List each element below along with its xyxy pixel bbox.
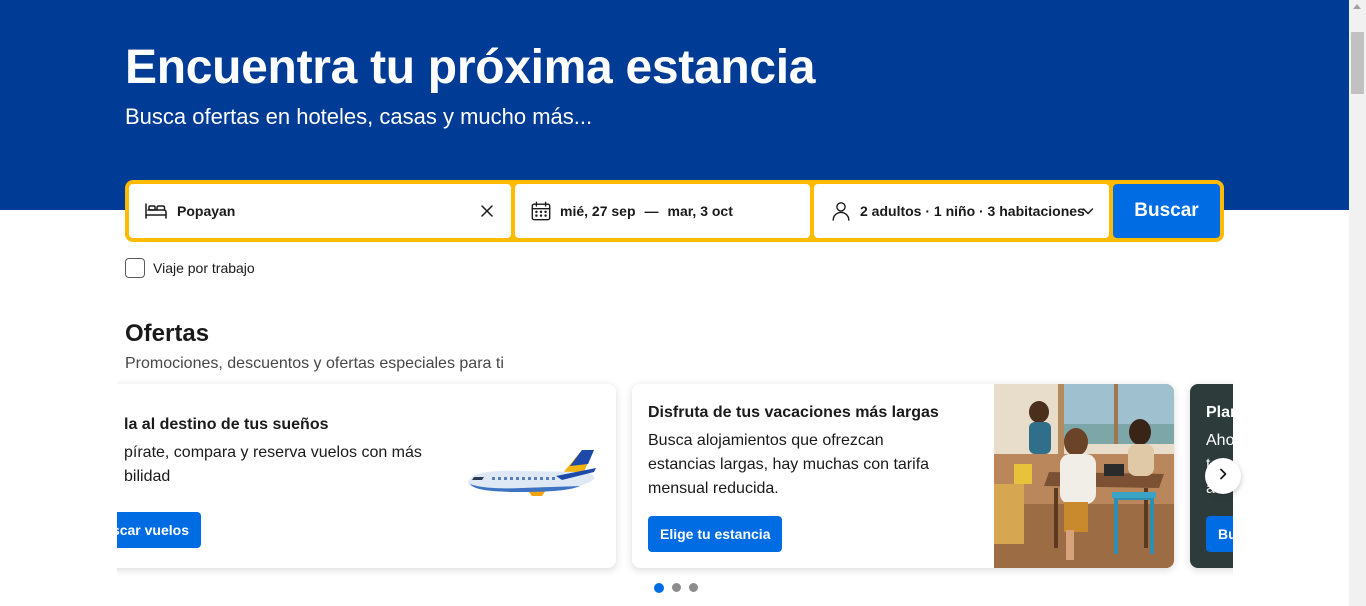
chevron-right-icon — [1216, 467, 1230, 486]
offer-card-title: la al destino de tus sueños — [124, 416, 329, 433]
search-button[interactable]: Buscar — [1113, 184, 1220, 238]
offer-card-button[interactable]: Bu — [1206, 516, 1233, 552]
page-subtitle: Busca ofertas en hoteles, casas y mucho … — [125, 104, 593, 129]
offer-card-long-stays[interactable]: Disfruta de tus vacaciones más largas Bu… — [632, 384, 1174, 568]
scrollbar[interactable] — [1349, 0, 1366, 606]
offer-card-description: Busca alojamientos que ofrezcan estancia… — [648, 432, 930, 497]
offer-card-title: Plan — [1206, 404, 1233, 421]
close-icon[interactable] — [479, 203, 495, 219]
destination-field[interactable]: Popayan — [129, 184, 511, 238]
check-out-date[interactable]: mar, 3 oct — [668, 203, 733, 219]
work-trip-checkbox[interactable] — [125, 258, 145, 278]
date-separator: — — [644, 203, 659, 219]
check-in-date[interactable]: mié, 27 sep — [560, 203, 636, 219]
airplane-illustration — [462, 442, 602, 511]
dates-field[interactable]: mié, 27 sep — mar, 3 oct — [515, 184, 810, 238]
work-trip-option[interactable]: Viaje por trabajo — [125, 258, 255, 278]
scrollbar-thumb[interactable] — [1351, 32, 1364, 94]
family-dining-photo — [994, 384, 1174, 568]
guests-field[interactable]: 2 adultos · 1 niño · 3 habitaciones — [814, 184, 1109, 238]
choose-stay-button[interactable]: Elige tu estancia — [648, 516, 783, 552]
guests-summary[interactable]: 2 adultos · 1 niño · 3 habitaciones — [860, 203, 1085, 219]
offers-subtitle: Promociones, descuentos y ofertas especi… — [125, 355, 504, 372]
search-flights-button[interactable]: scar vuelos — [117, 512, 201, 548]
offer-card-flights[interactable]: la al destino de tus sueños pírate, comp… — [117, 384, 616, 568]
pagination-dot[interactable] — [689, 583, 698, 592]
pagination-dot-active[interactable] — [654, 582, 664, 593]
pagination-dot[interactable] — [672, 583, 681, 592]
offer-card-description: pírate, compara y reserva vuelos con más… — [124, 444, 422, 485]
carousel-pagination — [654, 582, 698, 593]
search-bar: Popayan mié, 27 sep — mar, 3 oct 2 adult… — [125, 180, 1224, 242]
chevron-down-icon[interactable] — [1081, 204, 1095, 218]
offers-title: Ofertas — [125, 320, 210, 347]
carousel-next-button[interactable] — [1205, 458, 1241, 494]
hero-banner: Encuentra tu próxima estancia Busca ofer… — [0, 0, 1349, 210]
bed-icon — [144, 199, 168, 223]
destination-input[interactable]: Popayan — [177, 203, 235, 219]
person-icon — [830, 200, 852, 222]
offers-carousel: la al destino de tus sueños pírate, comp… — [117, 376, 1233, 576]
page-title: Encuentra tu próxima estancia — [125, 41, 816, 94]
calendar-icon — [530, 200, 552, 222]
offer-card-title: Disfruta de tus vacaciones más largas — [648, 404, 939, 421]
scroll-up-arrow-icon[interactable] — [1353, 4, 1361, 9]
work-trip-label[interactable]: Viaje por trabajo — [153, 260, 255, 276]
